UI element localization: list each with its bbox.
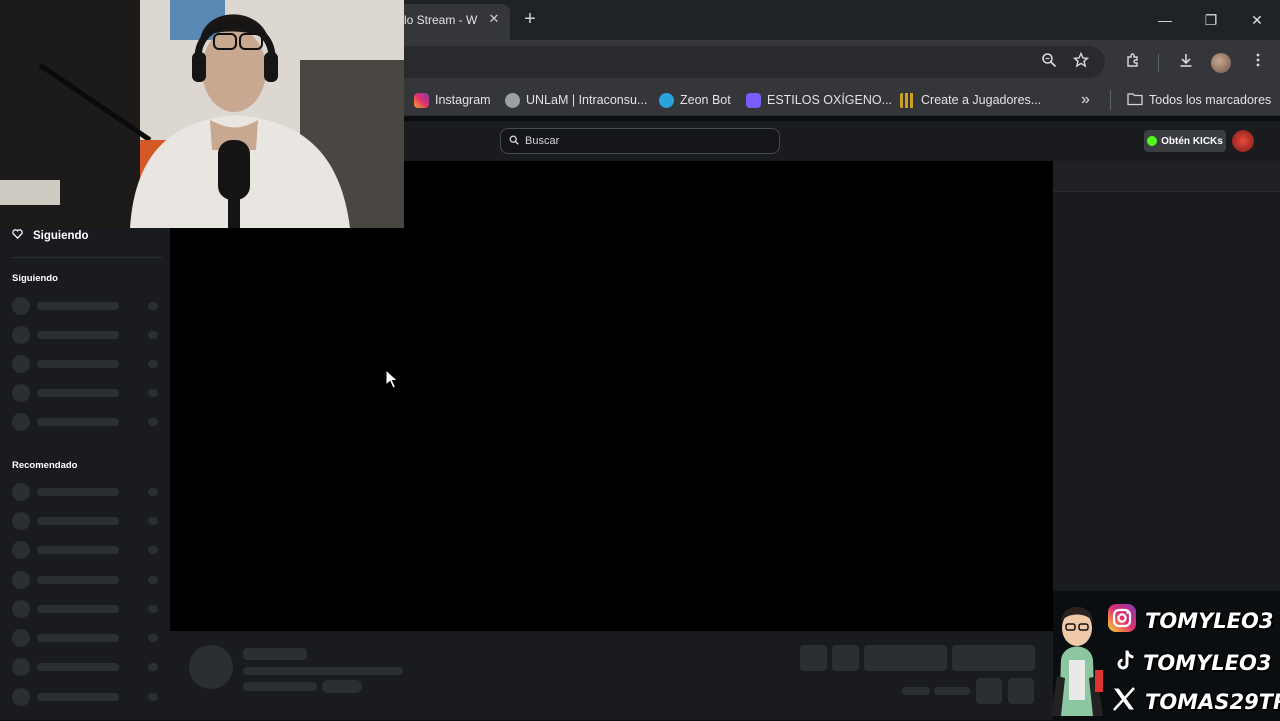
mouse-cursor (385, 368, 399, 394)
streamer-avatar-skeleton (189, 645, 233, 689)
list-item-skeleton (12, 326, 160, 344)
heart-icon (12, 229, 23, 242)
list-item-skeleton (12, 658, 160, 676)
instagram-icon (1107, 603, 1137, 638)
instagram-handle-text: TOMYLEO3 (1145, 608, 1274, 633)
bookmark-unlam[interactable]: UNLaM | Intraconsu... (505, 90, 647, 110)
bookmark-label: Instagram (435, 93, 491, 107)
video-player[interactable] (170, 161, 1053, 631)
instagram-handle: TOMYLEO3 (1107, 603, 1273, 638)
user-avatar[interactable] (1232, 130, 1254, 152)
stream-title-skeleton (243, 667, 403, 675)
webcam-overlay (0, 0, 404, 228)
x-handle-text: TOMAS29TR (1145, 689, 1280, 714)
telegram-icon (659, 92, 674, 108)
viewer-count-skeleton (902, 687, 930, 695)
extensions-icon[interactable] (1122, 52, 1144, 74)
x-icon (1111, 687, 1137, 716)
all-bookmarks-label: Todos los marcadores (1149, 93, 1272, 107)
tab-close-icon[interactable]: ✕ (486, 11, 502, 27)
list-item-skeleton (12, 355, 160, 373)
bookmark-estilos[interactable]: ESTILOS OXÍGENO... (746, 90, 892, 110)
list-item-skeleton (12, 384, 160, 402)
bookmarks-divider (1110, 90, 1111, 110)
list-item-skeleton (12, 413, 160, 431)
more-button-skeleton (1008, 678, 1034, 704)
list-item-skeleton (12, 541, 160, 559)
grid-icon (900, 92, 915, 108)
bookmarks-overflow-button[interactable]: » (1081, 90, 1090, 110)
tiktok-handle-text: TOMYLEO3 (1143, 650, 1272, 675)
search-placeholder: Buscar (525, 135, 560, 147)
list-item-skeleton (12, 571, 160, 589)
menu-icon[interactable] (1247, 52, 1269, 74)
star-icon[interactable] (1070, 51, 1092, 74)
bookmark-label: ESTILOS OXÍGENO... (767, 93, 893, 107)
streamer-name-skeleton (243, 648, 307, 660)
bookmark-instagram[interactable]: Instagram (414, 90, 491, 110)
profile-avatar[interactable] (1211, 53, 1231, 73)
category-skeleton (243, 682, 317, 691)
kicks-icon (1147, 136, 1158, 146)
streamer-mascot-image (1047, 600, 1107, 721)
sidebar-item-following[interactable]: Siguiendo (12, 229, 89, 242)
all-bookmarks-folder[interactable]: Todos los marcadores (1127, 90, 1271, 110)
tag-skeleton (322, 680, 362, 693)
download-icon[interactable] (1175, 52, 1197, 74)
zoom-icon[interactable] (1038, 52, 1060, 74)
recommended-heading: Recomendado (12, 460, 78, 471)
subscribe-button-skeleton (952, 645, 1035, 671)
action-button-skeleton (800, 645, 827, 671)
chat-header (1053, 161, 1280, 192)
search-input[interactable]: Buscar (500, 128, 780, 154)
share-button-skeleton (976, 678, 1002, 704)
list-item-skeleton (12, 688, 160, 706)
list-item-skeleton (12, 483, 160, 501)
restore-button[interactable]: ❐ (1188, 6, 1234, 34)
bookmark-label: Create a Jugadores... (921, 93, 1042, 107)
bookmark-label: Zeon Bot (680, 93, 731, 107)
socials-overlay: TOMYLEO3 TOMYLEO3 TOMAS29TR (1041, 596, 1280, 720)
list-item-skeleton (12, 297, 160, 315)
list-item-skeleton (12, 512, 160, 530)
bookmark-create-jugadores[interactable]: Create a Jugadores... (900, 90, 1041, 110)
list-item-skeleton (12, 629, 160, 647)
tiktok-icon (1113, 648, 1135, 677)
heart-icon (746, 92, 761, 108)
minimize-button[interactable]: — (1142, 6, 1188, 34)
list-item-skeleton (12, 600, 160, 618)
globe-icon (505, 92, 520, 108)
new-tab-button[interactable]: + (520, 9, 540, 30)
search-icon (509, 135, 519, 148)
bookmark-label: UNLaM | Intraconsu... (526, 93, 648, 107)
following-heading: Siguiendo (12, 273, 58, 284)
chat-panel (1053, 161, 1280, 591)
tiktok-handle: TOMYLEO3 (1113, 648, 1271, 677)
sidebar-divider (12, 257, 162, 258)
action-button-skeleton (832, 645, 859, 671)
toolbar-divider (1158, 54, 1159, 72)
uptime-skeleton (934, 687, 970, 695)
follow-button-skeleton (864, 645, 947, 671)
instagram-icon (414, 92, 429, 108)
x-handle: TOMAS29TR (1111, 687, 1280, 716)
get-kicks-label: Obtén KICKs (1161, 135, 1223, 147)
sidebar-item-label: Siguiendo (33, 229, 89, 242)
close-window-button[interactable]: ✕ (1234, 6, 1280, 34)
get-kicks-button[interactable]: Obtén KICKs (1144, 130, 1226, 152)
tab-title: lo Stream - W (404, 13, 478, 27)
folder-icon (1127, 92, 1143, 109)
bookmark-zeon-bot[interactable]: Zeon Bot (659, 90, 731, 110)
